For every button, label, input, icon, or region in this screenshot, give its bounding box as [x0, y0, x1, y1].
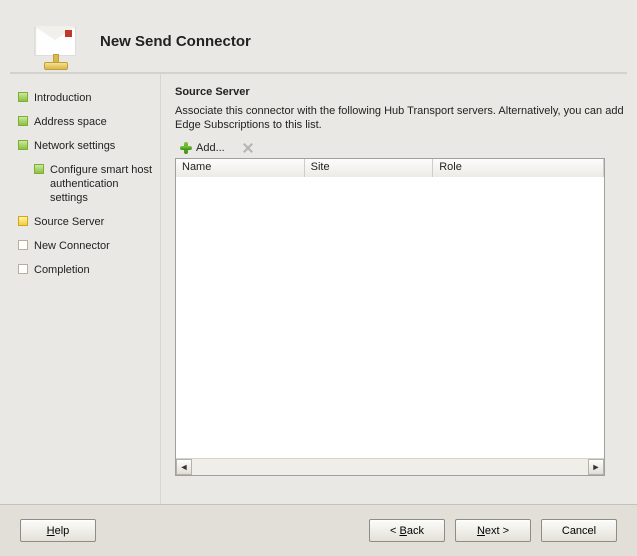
wizard-body: Introduction Address space Network setti… — [10, 74, 627, 504]
plus-icon — [179, 141, 193, 155]
help-button-rest: elp — [55, 525, 70, 537]
nav-item-introduction[interactable]: Introduction — [18, 88, 156, 108]
list-toolbar: Add... — [175, 140, 627, 156]
help-button[interactable]: Help — [20, 519, 96, 542]
scroll-left-button[interactable]: ◄ — [176, 459, 192, 475]
list-header: Name Site Role — [176, 159, 604, 178]
nav-item-label: Introduction — [34, 91, 91, 105]
back-button-rest: ack — [407, 525, 424, 537]
column-header-name[interactable]: Name — [176, 159, 305, 177]
nav-button-group: < Back Next > Cancel — [369, 519, 617, 542]
next-button-rest: ext — [485, 525, 500, 537]
wizard-nav: Introduction Address space Network setti… — [10, 74, 160, 504]
server-list[interactable]: Name Site Role ◄ ► — [175, 158, 605, 476]
horizontal-scrollbar[interactable]: ◄ ► — [176, 458, 604, 475]
check-icon — [18, 116, 28, 126]
cancel-button[interactable]: Cancel — [541, 519, 617, 542]
x-icon — [241, 141, 255, 155]
wizard-title: New Send Connector — [100, 33, 251, 50]
nav-item-new-connector[interactable]: New Connector — [18, 236, 156, 256]
content-heading: Source Server — [175, 86, 627, 98]
content-description: Associate this connector with the follow… — [175, 104, 627, 132]
check-icon — [34, 164, 44, 174]
list-body — [176, 177, 604, 459]
wizard-footer: Help < Back Next > Cancel — [0, 504, 637, 556]
back-button[interactable]: < Back — [369, 519, 445, 542]
add-button-label: Add... — [196, 142, 225, 154]
wizard-window: New Send Connector Introduction Address … — [0, 0, 637, 556]
nav-item-label: Address space — [34, 115, 107, 129]
nav-item-address-space[interactable]: Address space — [18, 112, 156, 132]
mail-connector-icon — [34, 26, 76, 56]
nav-item-label: Configure smart host authentication sett… — [50, 163, 156, 205]
nav-item-network-settings[interactable]: Network settings — [18, 136, 156, 156]
remove-button — [237, 140, 259, 156]
add-button[interactable]: Add... — [175, 140, 229, 156]
nav-item-completion[interactable]: Completion — [18, 260, 156, 280]
pending-step-icon — [18, 240, 28, 250]
wizard-content: Source Server Associate this connector w… — [160, 74, 627, 504]
nav-item-label: New Connector — [34, 239, 110, 253]
nav-item-label: Network settings — [34, 139, 115, 153]
pending-step-icon — [18, 264, 28, 274]
nav-item-smart-host-auth[interactable]: Configure smart host authentication sett… — [18, 160, 156, 208]
nav-item-label: Source Server — [34, 215, 104, 229]
check-icon — [18, 92, 28, 102]
check-icon — [18, 140, 28, 150]
next-button[interactable]: Next > — [455, 519, 531, 542]
current-step-icon — [18, 216, 28, 226]
scroll-right-button[interactable]: ► — [588, 459, 604, 475]
wizard-header: New Send Connector — [10, 10, 627, 74]
column-header-site[interactable]: Site — [305, 159, 434, 177]
column-header-role[interactable]: Role — [433, 159, 604, 177]
nav-item-label: Completion — [34, 263, 90, 277]
nav-item-source-server[interactable]: Source Server — [18, 212, 156, 232]
